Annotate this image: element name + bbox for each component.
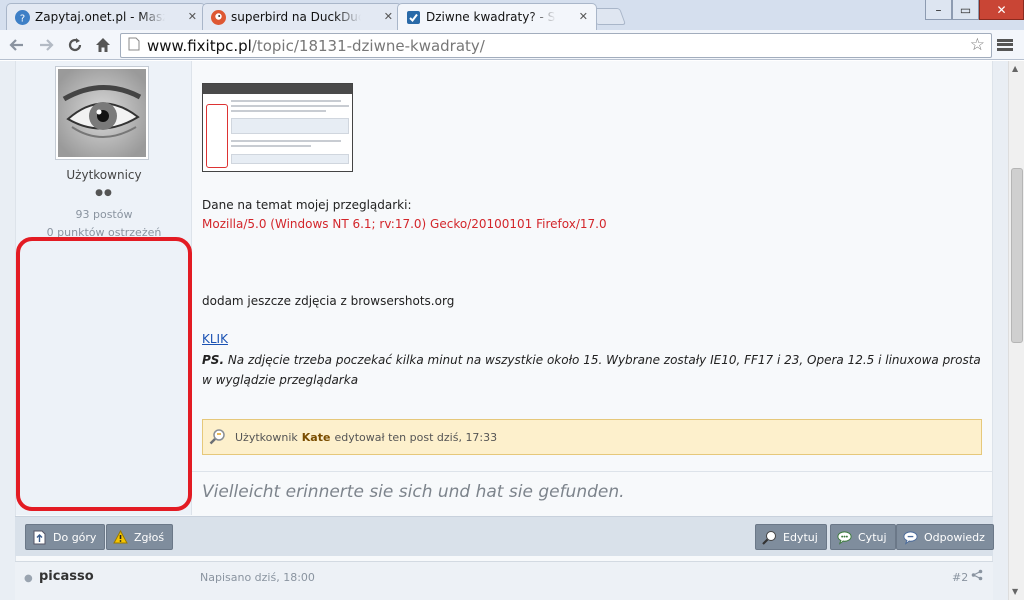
maximize-button[interactable]: ▭: [952, 0, 979, 20]
klik-link[interactable]: KLIK: [202, 332, 228, 346]
quote-button[interactable]: Cytuj: [830, 524, 896, 550]
signature-text: Vielleicht erinnerte sie sich und hat si…: [202, 482, 625, 502]
tab-title: Dziwne kwadraty? - Serwis: [426, 10, 556, 24]
edit-prefix: Użytkownik: [235, 430, 298, 444]
back-arrow-icon[interactable]: [6, 34, 28, 56]
tab-fixitpc[interactable]: Dziwne kwadraty? - Serwis ✕: [397, 3, 597, 30]
url-path: /topic/18131-dziwne-kwadraty/: [251, 36, 485, 55]
reload-icon[interactable]: [64, 34, 86, 56]
edit-notice: Użytkownik Kate edytował ten post dziś, …: [202, 419, 982, 455]
embedded-screenshot[interactable]: [202, 83, 353, 172]
report-button[interactable]: Zgłoś: [106, 524, 174, 550]
svg-text:?: ?: [20, 14, 25, 25]
post-controls: Do góry Zgłoś Edytuj Cytuj Odpowiedz: [15, 516, 994, 556]
close-window-button[interactable]: ✕: [979, 0, 1024, 20]
rank-pips: ●●: [95, 188, 113, 198]
url-host: www.fixitpc.pl: [147, 36, 252, 55]
address-bar[interactable]: www.fixitpc.pl/topic/18131-dziwne-kwadra…: [120, 33, 992, 58]
page-scrollbar[interactable]: ▲ ▼: [1008, 61, 1024, 600]
browser-info-label: Dane na temat mojej przeglądarki:: [202, 198, 412, 212]
ps-paragraph: PS. Na zdjęcie trzeba poczekać kilka min…: [202, 350, 982, 390]
tab-close-icon[interactable]: ✕: [188, 10, 197, 23]
tab-strip: ? Zapytaj.onet.pl - Masz Pytanie? ✕ supe…: [0, 0, 1024, 30]
reply-button[interactable]: Odpowiedz: [896, 524, 994, 550]
edit-user[interactable]: Kate: [302, 431, 331, 444]
post-number-link[interactable]: #2: [952, 571, 968, 584]
user-agent-text: Mozilla/5.0 (Windows NT 6.1; rv:17.0) Ge…: [202, 217, 607, 231]
tab-close-icon[interactable]: ✕: [384, 10, 393, 23]
online-status-icon: ●: [24, 573, 33, 584]
home-icon[interactable]: [92, 34, 114, 56]
signature: Vielleicht erinnerte sie sich und hat si…: [192, 471, 992, 515]
report-label: Zgłoś: [134, 530, 165, 544]
page-viewport: Użytkownicy ●● 93 postów 0 punktów ostrz…: [0, 61, 1008, 600]
duck-favicon-icon: [211, 10, 226, 25]
eye-avatar-image: [58, 69, 146, 157]
avatar[interactable]: [55, 66, 149, 160]
next-post-author[interactable]: picasso: [39, 569, 94, 584]
chrome-menu-icon[interactable]: [997, 35, 1013, 55]
browsershots-text: dodam jeszcze zdjęcia z browsershots.org: [202, 294, 455, 308]
ps-text: Na zdjęcie trzeba poczekać kilka minut n…: [202, 353, 981, 387]
browser-toolbar: www.fixitpc.pl/topic/18131-dziwne-kwadra…: [0, 30, 1024, 60]
warning-icon: [113, 530, 128, 545]
ps-label: PS.: [202, 353, 224, 367]
reply-bubble-icon: [903, 530, 918, 545]
page-icon: [121, 37, 147, 55]
scroll-down-arrow-icon[interactable]: ▼: [1012, 587, 1018, 596]
quote-bubble-icon: [837, 530, 852, 545]
reply-label: Odpowiedz: [924, 530, 985, 544]
fixitpc-favicon-icon: [406, 10, 421, 25]
forward-arrow-icon[interactable]: [35, 34, 57, 56]
author-info: Użytkownicy ●● 93 postów 0 punktów ostrz…: [16, 61, 192, 515]
red-highlight-box: [16, 237, 192, 511]
question-favicon-icon: ?: [15, 10, 30, 25]
scroll-up-arrow-icon[interactable]: ▲: [1012, 64, 1018, 73]
quote-label: Cytuj: [858, 530, 887, 544]
edit-icon: [762, 530, 777, 545]
bookmark-star-icon[interactable]: ☆: [970, 35, 985, 55]
minimize-button[interactable]: –: [925, 0, 952, 20]
author-post-count: 93 postów: [75, 208, 133, 221]
edit-label: Edytuj: [783, 530, 818, 544]
tab-duckduckgo[interactable]: superbird na DuckDuckGo ✕: [202, 3, 402, 30]
tab-close-icon[interactable]: ✕: [579, 10, 588, 23]
page-up-icon: [32, 530, 47, 545]
tab-title: superbird na DuckDuckGo: [231, 10, 361, 24]
tab-zapytaj[interactable]: ? Zapytaj.onet.pl - Masz Pytanie? ✕: [6, 3, 206, 30]
next-post-date: Napisano dziś, 18:00: [200, 571, 315, 584]
edit-magnifier-icon: [209, 428, 227, 446]
scrollbar-thumb[interactable]: [1011, 168, 1023, 343]
to-top-button[interactable]: Do góry: [25, 524, 106, 550]
edit-button[interactable]: Edytuj: [755, 524, 827, 550]
forum-post: Użytkownicy ●● 93 postów 0 punktów ostrz…: [15, 61, 993, 561]
edit-suffix: edytował ten post dziś, 17:33: [334, 430, 498, 444]
next-post-header: ● picasso Napisano dziś, 18:00 #2: [15, 561, 993, 600]
to-top-label: Do góry: [53, 530, 97, 544]
post-content: Dane na temat mojej przeglądarki: Mozill…: [202, 61, 982, 515]
tab-title: Zapytaj.onet.pl - Masz Pytanie?: [35, 10, 165, 24]
author-group: Użytkownicy: [66, 168, 142, 182]
share-icon[interactable]: [971, 569, 983, 584]
